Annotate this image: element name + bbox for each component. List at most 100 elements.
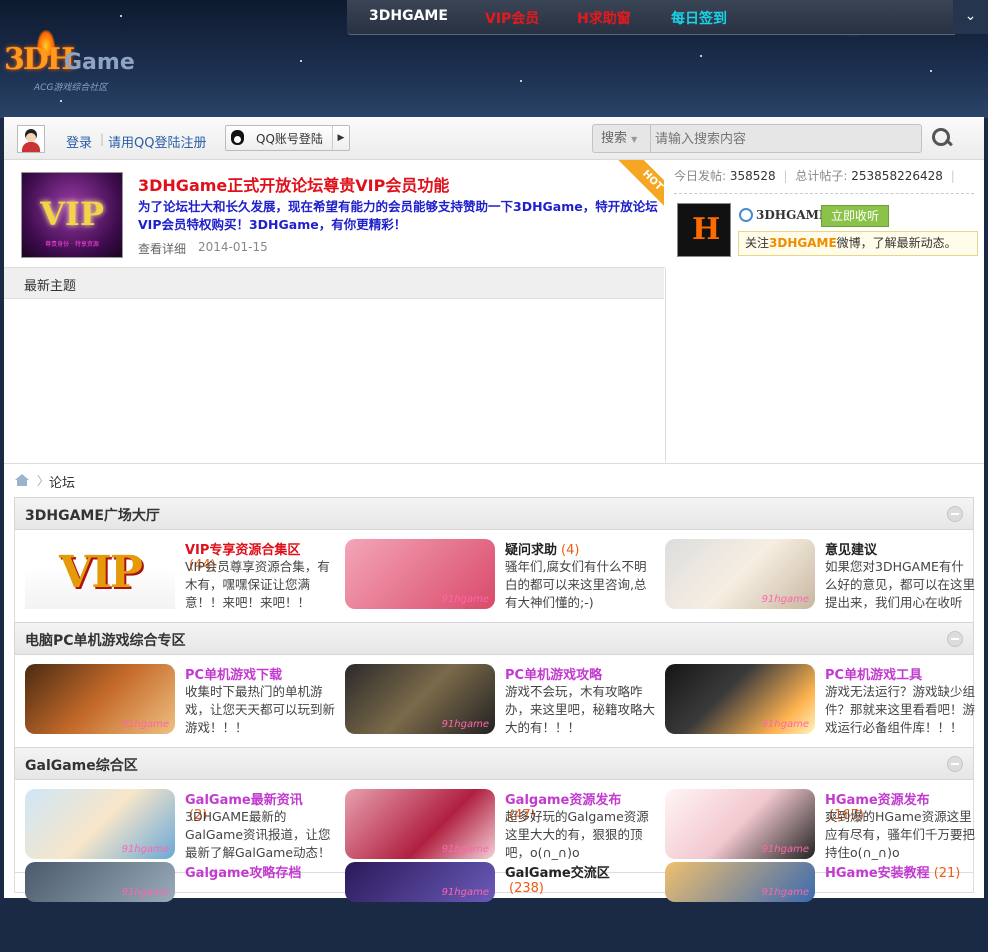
forum-item: 91hgame HGame安装教程 (21)	[655, 862, 965, 952]
search-scope-select[interactable]: 搜索 ▼	[593, 125, 651, 152]
weibo-avatar[interactable]: H	[677, 203, 731, 257]
forum-name-text: HGame资源发布	[825, 793, 930, 808]
forum-item: 91hgame PC单机游戏攻略 游戏不会玩，木有攻略咋办，来这里吧，秘籍攻略大大的…	[335, 654, 655, 744]
forum-name-text: PC单机游戏攻略	[505, 668, 603, 683]
forum-count: (21)	[933, 866, 961, 881]
forum-thumbnail[interactable]: 91hgame	[345, 862, 495, 902]
chevron-down-icon[interactable]: ⌄	[953, 0, 988, 34]
forum-name[interactable]: GalGame交流区(238)	[505, 862, 645, 896]
vip-banner-image[interactable]: VIP 尊贵身份 · 特享资源	[21, 172, 123, 258]
nav-signin-link[interactable]: 每日签到	[671, 8, 727, 28]
section-title[interactable]: GalGame综合区	[25, 755, 138, 775]
forum-thumbnail[interactable]: 91hgame	[25, 664, 175, 734]
forum-thumbnail[interactable]: 91hgame	[25, 789, 175, 859]
forum-count: (4)	[561, 543, 580, 558]
forum-item: 91hgame PC单机游戏工具 游戏无法运行？游戏缺少组件？那就来这里看看吧！游戏…	[655, 654, 975, 744]
site-logo[interactable]: 3DH Game ACG游戏综合社区	[4, 30, 154, 96]
user-bar: 登录 | 请用QQ登陆注册 QQ账号登陆 ▶ 搜索 ▼	[4, 117, 984, 160]
forum-name-text: VIP专享资源合集区	[185, 543, 301, 558]
collapse-icon[interactable]	[947, 506, 963, 522]
forum-desc: 骚年们,腐女们有什么不明白的都可以来这里咨询,总有大神们懂的;-)	[505, 559, 647, 610]
view-details-link[interactable]: 查看详细	[138, 240, 186, 257]
forum-item: VIP VIP专享资源合集区(44) VIP会员尊享资源合集，有木有，嘿嘿保证让您满…	[15, 529, 330, 619]
forum-name[interactable]: PC单机游戏工具	[825, 664, 926, 683]
forum-thumbnail[interactable]: 91hgame	[665, 664, 815, 734]
forum-thumbnail[interactable]: 91hgame	[345, 539, 495, 609]
breadcrumb-current[interactable]: 论坛	[49, 472, 75, 491]
weibo-name[interactable]: 3DHGAME	[756, 208, 828, 222]
weibo-tip: 关注3DHGAME微博，了解最新动态。	[738, 231, 978, 256]
forum-name[interactable]: 疑问求助 (4)	[505, 539, 579, 558]
home-icon[interactable]	[15, 474, 29, 486]
forum-desc: 收集时下最热门的单机游戏，让您天天都可以玩到新游戏！！！	[185, 684, 336, 735]
nav-hgame-link[interactable]: H求助窗	[577, 8, 631, 28]
forum-count: (238)	[509, 881, 544, 896]
forum-thumbnail[interactable]: 91hgame	[345, 664, 495, 734]
forum-list: 91hgame Galgame攻略存档 91hgame GalGame交流区(238)…	[14, 862, 974, 902]
forum-thumbnail[interactable]: 91hgame	[25, 862, 175, 902]
forum-thumbnail[interactable]: 91hgame	[665, 789, 815, 859]
forum-item: 91hgame Galgame攻略存档	[15, 862, 325, 952]
divider	[674, 193, 974, 195]
forum-list: 91hgame GalGame最新资讯(2) 3DHGAME最新的GalGame资讯…	[14, 779, 976, 873]
section-title[interactable]: 电脑PC单机游戏综合专区	[25, 630, 186, 650]
qq-login-button[interactable]: QQ账号登陆 ▶	[225, 125, 350, 151]
watermark: 91hgame	[441, 719, 489, 730]
announcement-title[interactable]: 3DHGame正式开放论坛尊贵VIP会员功能	[138, 172, 449, 196]
forum-name-text: PC单机游戏工具	[825, 668, 923, 683]
forum-item: 91hgame PC单机游戏下载 收集时下最热门的单机游戏，让您天天都可以玩到新游戏…	[15, 654, 335, 744]
logo-mark: 3DH	[4, 42, 75, 77]
forum-item: 91hgame GalGame交流区(238)	[335, 862, 645, 952]
post-stats: 今日发帖: 358528 | 总计帖子: 253858226428 |	[674, 169, 955, 183]
latest-topics-panel: 最新主题	[4, 268, 666, 462]
search-input[interactable]	[653, 127, 917, 152]
section-title[interactable]: 3DHGAME广场大厅	[25, 505, 160, 525]
vip-logo-text: VIP	[59, 547, 143, 598]
forum-list: VIP VIP专享资源合集区(44) VIP会员尊享资源合集，有木有，嘿嘿保证让您满…	[14, 529, 975, 623]
latest-topics-title[interactable]: 最新主题	[24, 275, 76, 294]
qq-register-link[interactable]: 请用QQ登陆注册	[108, 132, 206, 151]
forum-item: 91hgame 意见建议 如果您对3DHGAME有什么好的意见，都可以在这里提出来，…	[655, 529, 975, 619]
divider	[4, 463, 984, 464]
forum-desc: 3DHGAME最新的GalGame资讯报道，让您最新了解GalGame动态！	[185, 809, 331, 860]
forum-item: 91hgame Galgame资源发布(47) 超多好玩的Galgame资源这里大大…	[335, 779, 649, 869]
watermark: 91hgame	[761, 887, 809, 898]
forum-name-text: GalGame交流区	[505, 866, 610, 881]
forum-name[interactable]: HGame安装教程 (21)	[825, 862, 960, 881]
announcement: VIP 尊贵身份 · 特享资源 3DHGame正式开放论坛尊贵VIP会员功能 为…	[4, 160, 665, 268]
divider: |	[100, 132, 105, 146]
login-link[interactable]: 登录	[66, 132, 92, 151]
forum-name-text: Galgame攻略存档	[185, 866, 302, 881]
nav-brand-link[interactable]: 3DHGAME	[369, 8, 448, 24]
forum-thumbnail[interactable]: 91hgame	[345, 789, 495, 859]
watermark: 91hgame	[121, 887, 169, 898]
qq-login-label: QQ账号登陆	[256, 132, 323, 146]
follow-button[interactable]: 立即收听	[821, 205, 889, 227]
arrow-right-icon: ▶	[332, 126, 349, 150]
forum-desc: 爽到爆的HGame资源这里应有尽有，骚年们千万要把持住o(∩_∩)o	[825, 809, 976, 860]
forum-desc: 游戏不会玩，木有攻略咋办，来这里吧，秘籍攻略大大的有！！！	[505, 684, 656, 735]
forum-thumbnail[interactable]: 91hgame	[665, 862, 815, 902]
forum-name[interactable]: PC单机游戏攻略	[505, 664, 606, 683]
page-body: 登录 | 请用QQ登陆注册 QQ账号登陆 ▶ 搜索 ▼ VIP 尊贵身份 · 特…	[4, 117, 984, 902]
watermark: 91hgame	[761, 594, 809, 605]
watermark: 91hgame	[761, 844, 809, 855]
forum-name[interactable]: Galgame攻略存档	[185, 862, 305, 881]
forum-list: 91hgame PC单机游戏下载 收集时下最热门的单机游戏，让您天天都可以玩到新游戏…	[14, 654, 975, 748]
forum-name[interactable]: 意见建议	[825, 539, 881, 558]
avatar[interactable]	[17, 125, 45, 153]
forum-thumbnail[interactable]: VIP	[25, 539, 175, 609]
collapse-icon[interactable]	[947, 756, 963, 772]
forum-desc: VIP会员尊享资源合集，有木有，嘿嘿保证让您满意！！来吧！来吧！！	[185, 559, 330, 610]
section-header: 电脑PC单机游戏综合专区	[14, 622, 974, 655]
nav-vip-link[interactable]: VIP会员	[485, 8, 539, 28]
watermark: 91hgame	[761, 719, 809, 730]
qq-penguin-icon	[231, 130, 244, 145]
search-icon[interactable]	[930, 126, 954, 150]
breadcrumb-separator: 〉	[37, 474, 50, 488]
forum-name-text: 意见建议	[825, 543, 878, 558]
search-box: 搜索 ▼	[592, 124, 922, 153]
collapse-icon[interactable]	[947, 631, 963, 647]
forum-name[interactable]: PC单机游戏下载	[185, 664, 286, 683]
forum-thumbnail[interactable]: 91hgame	[665, 539, 815, 609]
